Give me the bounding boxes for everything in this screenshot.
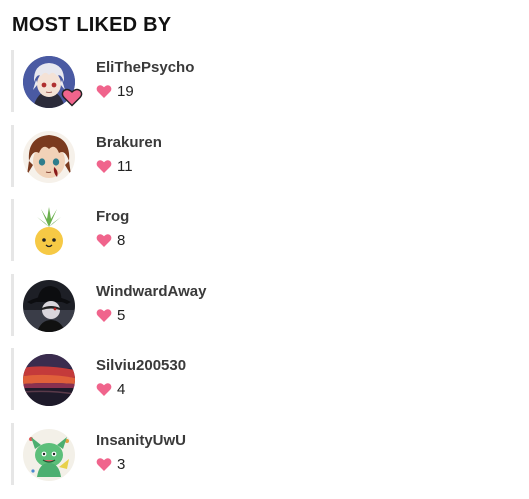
avatar[interactable] [23, 279, 75, 332]
list-item: WindwardAway 5 [11, 273, 511, 336]
like-count-value: 4 [117, 381, 126, 399]
avatar[interactable] [23, 428, 75, 481]
like-count-value: 3 [117, 455, 126, 473]
heart-icon [96, 308, 112, 323]
list-item: InsanityUwU 3 [11, 422, 511, 485]
username-link[interactable]: Silviu200530 [96, 357, 186, 374]
anime-brown-hair-avatar [23, 130, 75, 183]
list-item: Frog 8 [11, 199, 511, 262]
heart-icon [96, 457, 112, 472]
heart-icon [96, 233, 112, 248]
dark-hat-character-avatar [23, 279, 75, 332]
like-count-value: 8 [117, 232, 126, 250]
heart-badge-icon [61, 87, 83, 107]
liked-by-list: EliThePsycho 19 Brakuren 11 Frog 8 Windw… [11, 50, 511, 498]
green-creature-avatar [23, 428, 75, 481]
like-count: 3 [96, 456, 125, 473]
list-item: Silviu200530 4 [11, 348, 511, 411]
avatar[interactable] [23, 354, 75, 407]
like-count-value: 19 [117, 83, 134, 100]
heart-icon [96, 159, 112, 174]
list-item: Brakuren 11 [11, 124, 511, 187]
heart-icon [96, 382, 112, 397]
most-liked-by-panel: MOST LIKED BY EliThePsycho 19 Brakuren 1… [0, 0, 529, 499]
username-link[interactable]: Brakuren [96, 134, 162, 151]
username-link[interactable]: InsanityUwU [96, 432, 186, 449]
sunset-sky-avatar [23, 354, 75, 407]
like-count: 11 [96, 158, 133, 175]
username-link[interactable]: WindwardAway [96, 283, 206, 300]
avatar[interactable] [23, 130, 75, 183]
pineapple-avatar [23, 205, 75, 258]
like-count: 19 [96, 83, 134, 100]
section-title: MOST LIKED BY [12, 14, 172, 36]
like-count-value: 11 [117, 157, 133, 175]
username-link[interactable]: EliThePsycho [96, 59, 194, 76]
list-item: EliThePsycho 19 [11, 50, 511, 112]
avatar[interactable] [23, 205, 75, 258]
like-count-value: 5 [117, 306, 126, 324]
like-count: 8 [96, 232, 125, 249]
like-count: 4 [96, 381, 125, 398]
username-link[interactable]: Frog [96, 208, 129, 225]
like-count: 5 [96, 307, 125, 324]
heart-icon [96, 84, 112, 99]
